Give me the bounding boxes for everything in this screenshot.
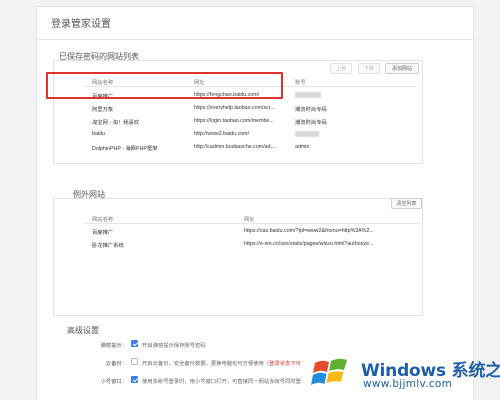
row-4-name[interactable]: baidu [92, 131, 188, 137]
exception-row-1-name[interactable]: 百度推广 [92, 228, 232, 236]
row-2-account[interactable]: 潮流时尚专码 [295, 105, 355, 113]
title-divider [37, 39, 473, 40]
watermark-url: www.bjjmlv.com [363, 378, 453, 390]
annotation-highlight-box [46, 72, 283, 99]
cloud-backup-checkbox[interactable] [131, 358, 138, 365]
row-5-url[interactable]: http://cadmin.busbaoche.com/ad... [194, 144, 290, 150]
small-window-text: 使用多帐号登录时，用小号窗口打开，可直接同一网站多帐号同时登 [142, 379, 301, 385]
watermark: Windows 系统之家 www.bjjmlv.com [305, 348, 500, 400]
popup-prompt-label: 弹窗提示： [100, 343, 128, 349]
cloud-backup-text: 开启云备份，安全备份数据，更换电脑也可方便使用（登录状态下可 [142, 359, 301, 367]
exception-sites-panel: 清空列表 网站名称 网址 百度推广 https://cas.baidu.com/… [53, 198, 423, 316]
popup-prompt-text: 开启弹窗提示保存账号密码 [142, 343, 206, 349]
login-required-note: （登录状态下可 [263, 361, 301, 367]
cloud-backup-description: 开启云备份，安全备份数据，更换电脑也可方便使用 [142, 361, 264, 367]
exception-header-name: 网站名称 [92, 217, 114, 223]
row-5-account[interactable]: admin [295, 144, 355, 150]
exception-row-1-url[interactable]: https://cas.baidu.com/?tpl=www2&fromu=ht… [244, 228, 394, 234]
exception-row-2-name[interactable]: 卧龙推广系统 [92, 241, 232, 249]
cloud-backup-label: 云备份： [105, 361, 127, 367]
row-3-url[interactable]: https://login.taobao.com/membe... [194, 118, 290, 124]
popup-prompt-checkbox[interactable] [131, 340, 138, 347]
row-5-name[interactable]: DolphinPHP - 海豚PHP框架 [92, 144, 192, 152]
row-3-account[interactable]: 潮流时尚专码 [295, 118, 355, 126]
exception-row-2-url[interactable]: https://e-sm.cn/sso/static/pages/wlsso.h… [244, 241, 394, 247]
small-window-label: 小号窗口： [100, 379, 128, 385]
row-2-url[interactable]: https://everyhelp.taobao.com/scr... [194, 105, 290, 111]
column-header-account: 账号 [295, 80, 306, 86]
advanced-settings-title: 高级设置 [67, 326, 99, 335]
window-title: 登录管家设置 [51, 19, 111, 30]
small-window-checkbox[interactable] [131, 376, 138, 383]
windows-logo-icon [311, 358, 347, 385]
login-manager-settings-window: 登录管家设置 已保存密码的网站列表 上移 下移 添加网站 网站名称 网址 账号 … [36, 6, 474, 400]
exception-sites-table: 网站名称 网址 百度推广 https://cas.baidu.com/?tpl=… [54, 199, 424, 317]
exception-header-url: 网址 [244, 217, 255, 223]
row-3-name[interactable]: 淘宝网 - 淘！我喜欢 [92, 118, 188, 126]
row-2-name[interactable]: 阿里万象 [92, 105, 188, 113]
row-4-url[interactable]: http://www2.baidu.com/ [194, 131, 290, 137]
row-4-account-masked [295, 131, 319, 137]
exception-header-divider [84, 223, 420, 224]
row-1-account-masked [295, 92, 321, 98]
